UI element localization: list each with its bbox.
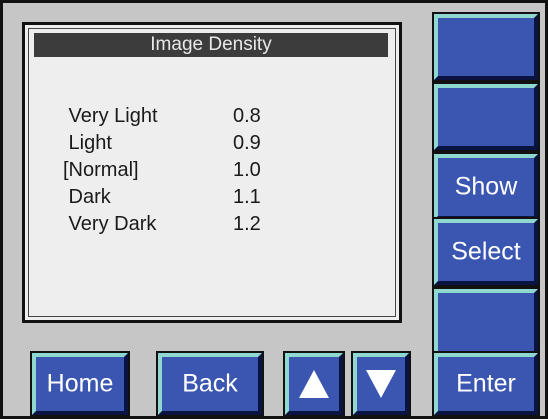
enter-button-label: Enter bbox=[456, 369, 516, 398]
side-button-blank-3[interactable] bbox=[432, 287, 540, 357]
lcd-screen: Image Density Very Light 0.8 Light 0.9 [… bbox=[22, 22, 402, 323]
option-label: [Normal] bbox=[63, 159, 139, 181]
option-value: 1.0 bbox=[233, 159, 261, 181]
select-button[interactable]: Select bbox=[432, 217, 540, 287]
screen-title: Image Density bbox=[34, 33, 388, 57]
back-button-label: Back bbox=[182, 369, 238, 398]
option-label: Dark bbox=[63, 186, 111, 208]
down-arrow-icon bbox=[366, 370, 396, 398]
side-button-blank-2[interactable] bbox=[432, 82, 540, 152]
home-button-label: Home bbox=[46, 369, 114, 398]
enter-button[interactable]: Enter bbox=[432, 351, 540, 417]
back-button[interactable]: Back bbox=[156, 351, 264, 417]
show-button-label: Show bbox=[454, 172, 518, 201]
side-button-blank-1[interactable] bbox=[432, 12, 540, 82]
control-panel: Image Density Very Light 0.8 Light 0.9 [… bbox=[0, 0, 548, 419]
option-value: 0.9 bbox=[233, 132, 261, 154]
show-button[interactable]: Show bbox=[432, 152, 540, 222]
option-value: 1.2 bbox=[233, 213, 261, 235]
down-button[interactable] bbox=[351, 351, 411, 417]
option-label: Very Dark bbox=[63, 213, 157, 235]
home-button[interactable]: Home bbox=[30, 351, 130, 417]
option-label: Very Light bbox=[63, 105, 158, 127]
option-value: 0.8 bbox=[233, 105, 261, 127]
select-button-label: Select bbox=[451, 237, 521, 266]
up-arrow-icon bbox=[299, 370, 329, 398]
option-label: Light bbox=[63, 132, 112, 154]
option-value: 1.1 bbox=[233, 186, 261, 208]
up-button[interactable] bbox=[283, 351, 345, 417]
